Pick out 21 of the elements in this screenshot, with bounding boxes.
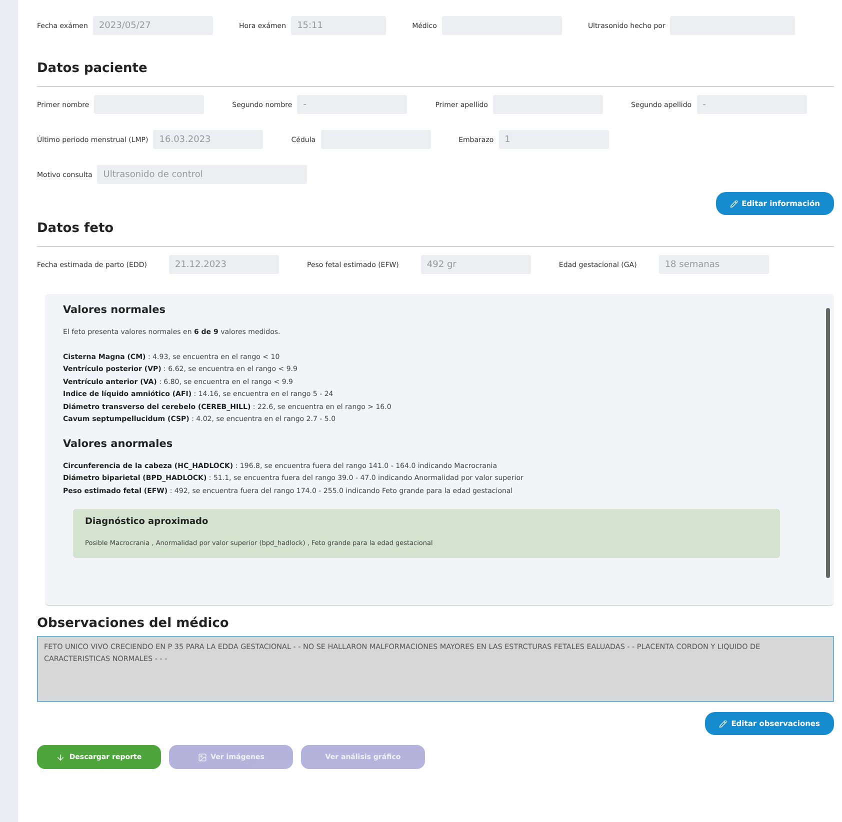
input-field[interactable]: 1 xyxy=(498,130,609,149)
section-title: Datos feto xyxy=(37,221,834,247)
scrollbar[interactable] xyxy=(826,308,830,578)
diagnosis-title: Diagnóstico aproximado xyxy=(85,517,210,527)
pencil-icon xyxy=(730,200,738,208)
input-field[interactable]: 2023/05/27 xyxy=(92,16,213,35)
input-field[interactable]: Ultrasonido de control xyxy=(97,165,308,184)
input-field[interactable]: 21.12.2023 xyxy=(168,255,279,274)
input-field[interactable]: 492 gr xyxy=(420,255,531,274)
subsection-title: Valores normales xyxy=(63,304,167,316)
image-icon xyxy=(198,752,207,762)
input-field[interactable]: - xyxy=(696,95,807,114)
subsection-title: Valores anormales xyxy=(63,438,174,450)
input-field[interactable]: 18 semanas xyxy=(658,255,769,274)
section-title: Observaciones del médico xyxy=(37,616,230,631)
section-title: Datos paciente xyxy=(37,61,834,87)
pencil-icon xyxy=(719,720,728,728)
input-field[interactable]: 16.03.2023 xyxy=(153,130,264,149)
input-field[interactable]: - xyxy=(297,95,408,114)
download-icon xyxy=(56,752,66,762)
input-field[interactable]: 15:11 xyxy=(291,16,386,35)
